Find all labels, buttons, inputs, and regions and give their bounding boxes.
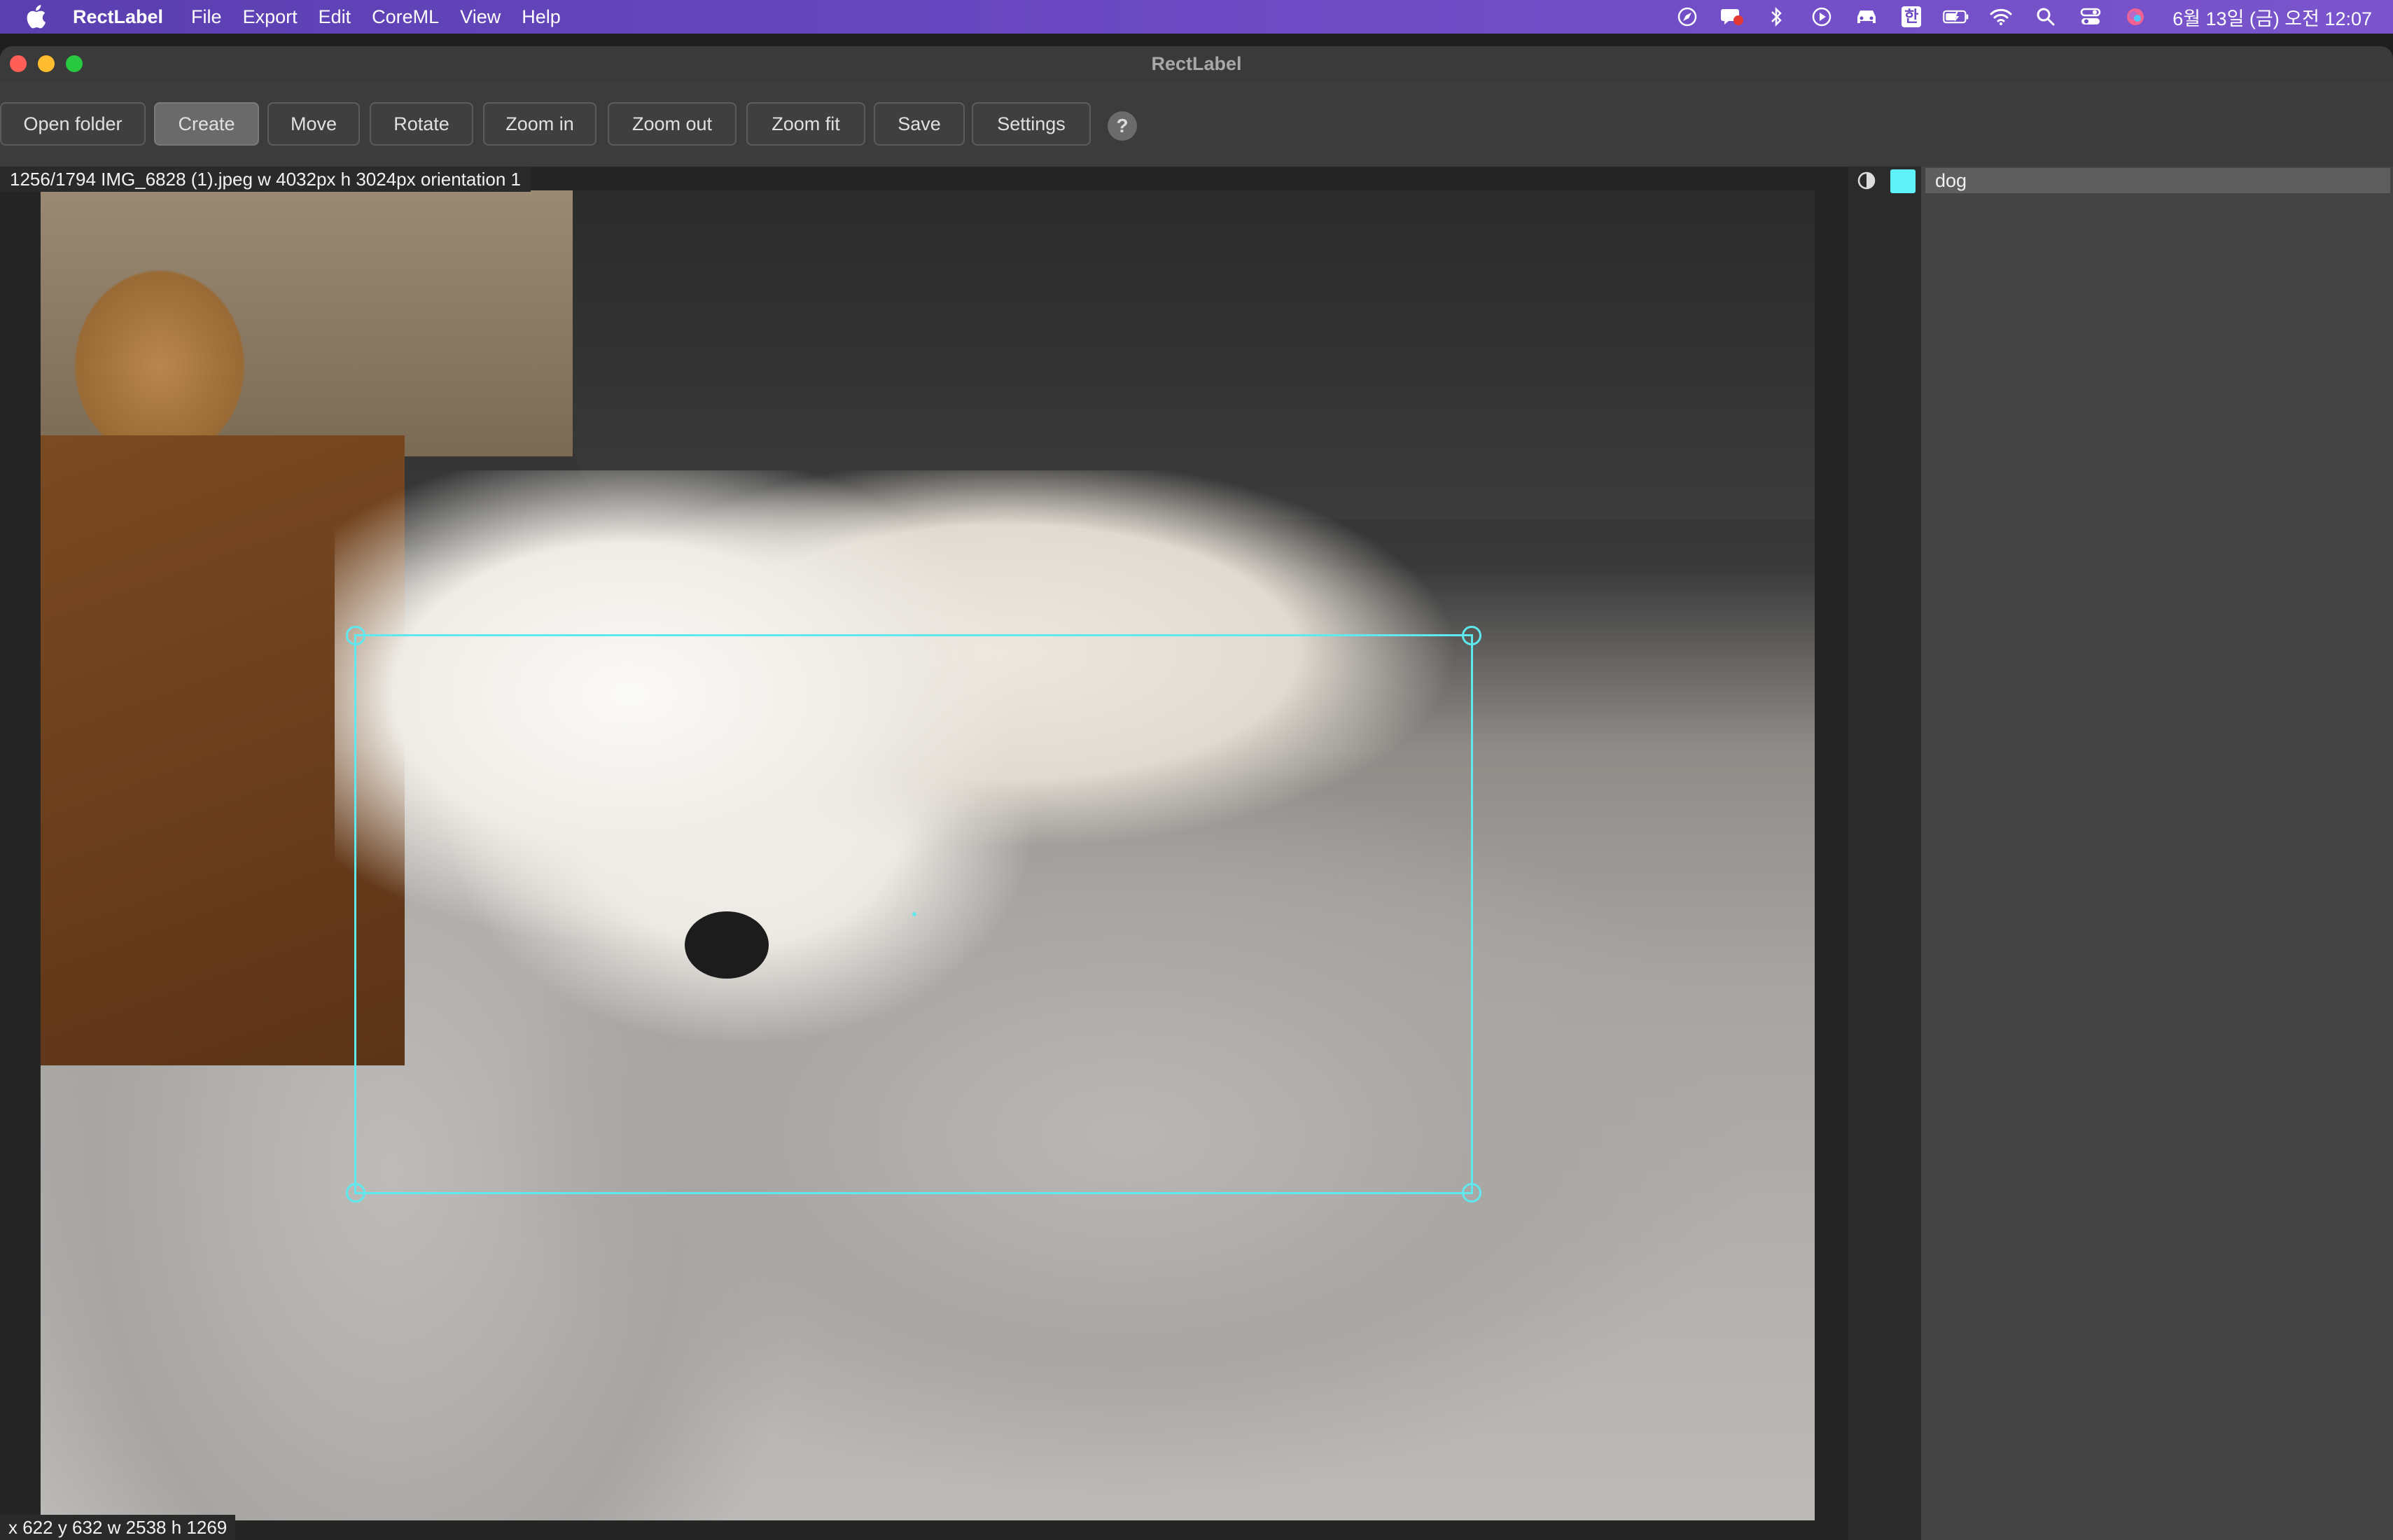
selection-coordinates: x 622 y 632 w 2538 h 1269 (0, 1515, 236, 1540)
status-area: 한 6월 13일 (금) 오전 12:07 (1674, 0, 2372, 34)
title-bar[interactable]: RectLabel (0, 46, 2393, 81)
battery-icon[interactable] (1943, 5, 1969, 29)
bluetooth-icon[interactable] (1764, 5, 1790, 29)
safari-compass-icon[interactable] (1674, 5, 1701, 29)
bbox-handle-bottom-right[interactable] (1462, 1183, 1481, 1203)
label-name[interactable]: dog (1925, 168, 2390, 193)
bbox-center-point (912, 912, 916, 916)
menu-view[interactable]: View (460, 6, 501, 28)
rotate-button[interactable]: Rotate (370, 102, 473, 146)
label-row-dog[interactable]: dog (1848, 167, 2393, 195)
labels-list-area (1921, 167, 2393, 1540)
input-source-label: 한 (1902, 6, 1922, 27)
zoom-out-button[interactable]: Zoom out (608, 102, 737, 146)
apple-logo-icon[interactable] (24, 5, 48, 29)
play-circle-icon[interactable] (1808, 5, 1835, 29)
menu-export[interactable]: Export (243, 6, 298, 28)
help-button[interactable]: ? (1108, 111, 1137, 141)
image-info-bar: 1256/1794 IMG_6828 (1).jpeg w 4032px h 3… (0, 167, 531, 192)
annotated-photo[interactable] (41, 190, 1815, 1520)
wifi-icon[interactable] (1988, 5, 2014, 29)
car-icon[interactable] (1853, 5, 1880, 29)
siri-icon[interactable] (2122, 5, 2149, 29)
create-button[interactable]: Create (154, 102, 259, 146)
labels-panel: dog (1848, 167, 2393, 1540)
open-folder-button[interactable]: Open folder (0, 102, 146, 146)
zoom-fit-button[interactable]: Zoom fit (746, 102, 865, 146)
bbox-handle-top-right[interactable] (1462, 626, 1481, 645)
zoom-in-button[interactable]: Zoom in (483, 102, 596, 146)
chat-bubble-icon[interactable] (1719, 5, 1745, 29)
save-button[interactable]: Save (874, 102, 965, 146)
bbox-handle-bottom-left[interactable] (346, 1183, 365, 1203)
menu-coreml[interactable]: CoreML (372, 6, 439, 28)
menu-help[interactable]: Help (522, 6, 561, 28)
bbox-handle-top-left[interactable] (346, 626, 365, 645)
hangul-input-icon[interactable]: 한 (1898, 5, 1925, 29)
contrast-toggle-icon[interactable] (1857, 171, 1876, 190)
image-canvas[interactable]: 1256/1794 IMG_6828 (1).jpeg w 4032px h 3… (0, 167, 1848, 1540)
window-title: RectLabel (1151, 53, 1242, 74)
menubar-clock[interactable]: 6월 13일 (금) 오전 12:07 (2172, 4, 2372, 31)
control-center-icon[interactable] (2077, 5, 2104, 29)
settings-button[interactable]: Settings (972, 102, 1091, 146)
toolbar: Open folder Create Move Rotate Zoom in Z… (0, 102, 2393, 147)
menu-app-name[interactable]: RectLabel (73, 6, 163, 28)
app-window: RectLabel Open folder Create Move Rotate… (0, 46, 2393, 1540)
menu-file[interactable]: File (191, 6, 222, 28)
bounding-box-dog[interactable] (346, 626, 1481, 1203)
search-icon[interactable] (2032, 5, 2059, 29)
move-button[interactable]: Move (267, 102, 360, 146)
menu-bar: RectLabel File Export Edit CoreML View H… (0, 0, 2393, 34)
menu-edit[interactable]: Edit (319, 6, 351, 28)
label-color-swatch[interactable] (1890, 169, 1916, 193)
